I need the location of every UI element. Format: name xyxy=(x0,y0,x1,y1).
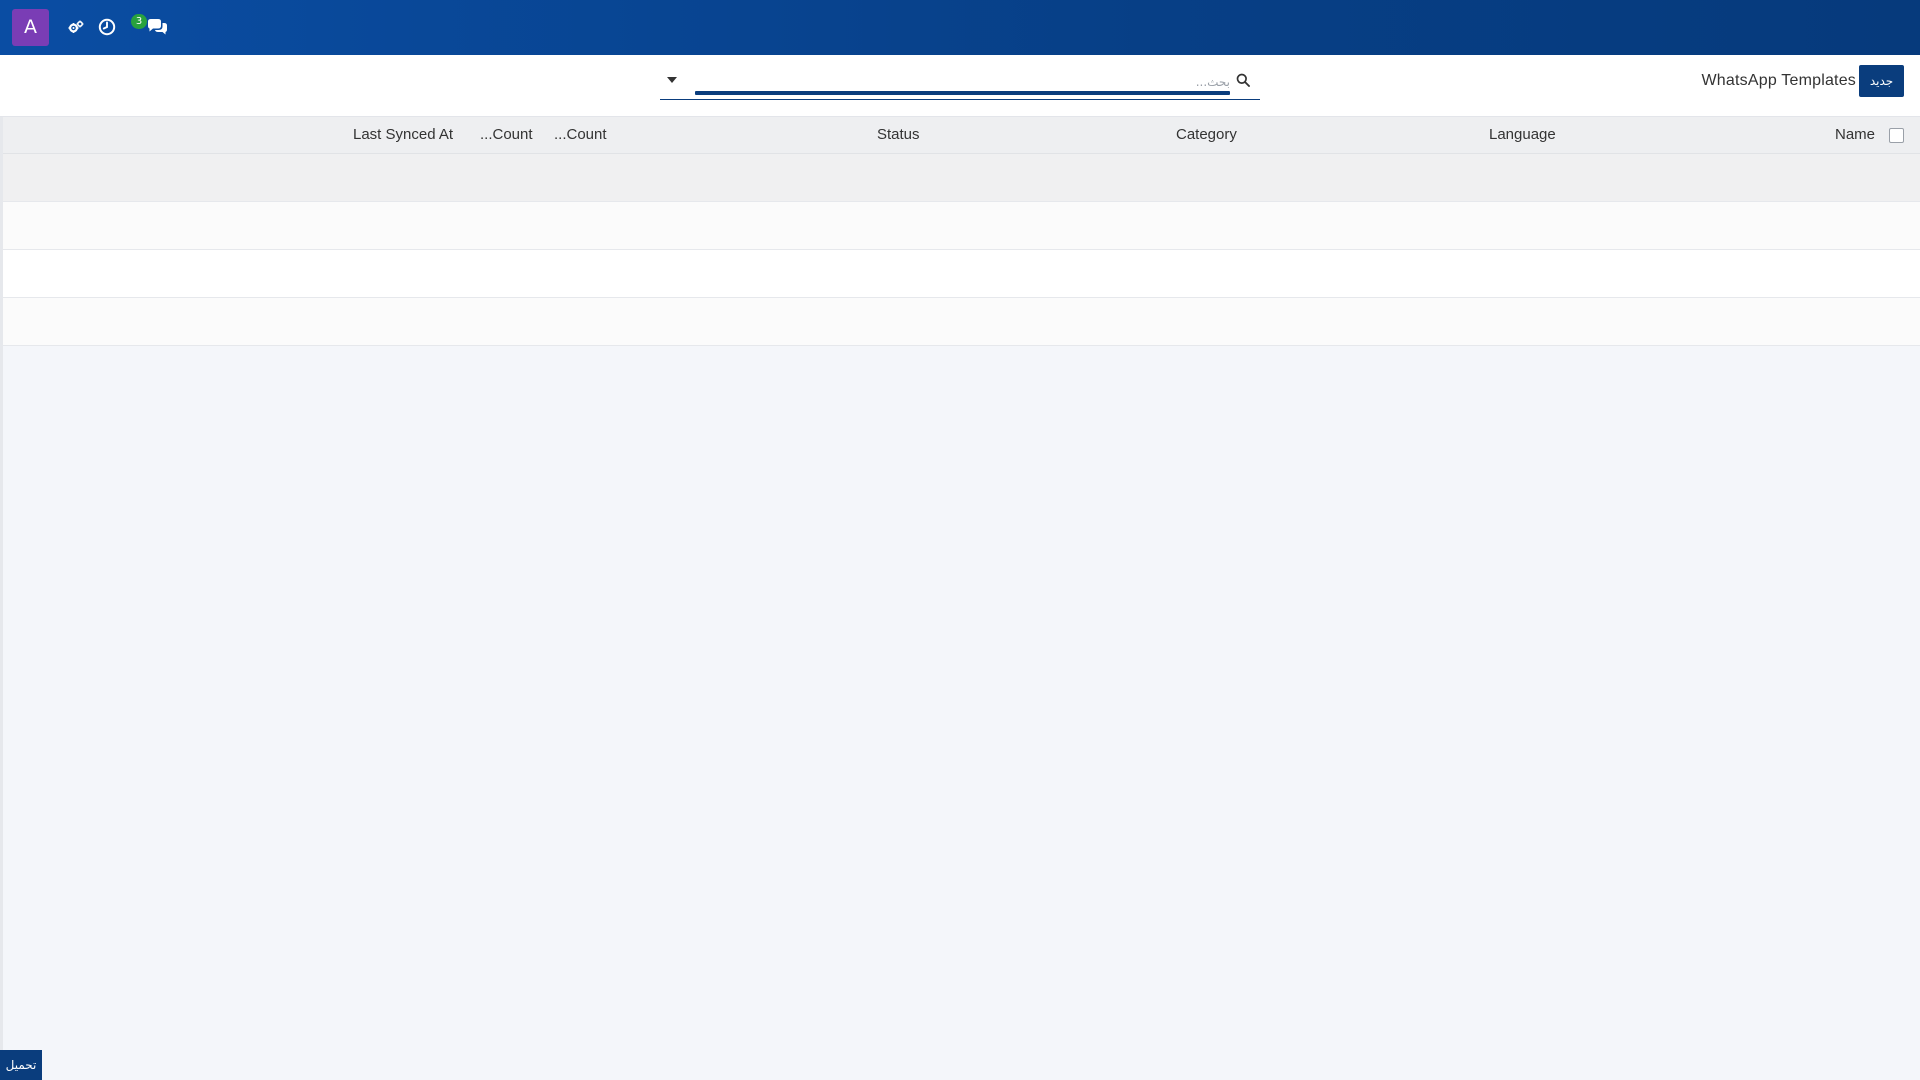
column-header-count-2[interactable]: ...Count xyxy=(480,126,533,143)
column-header-name[interactable]: Name xyxy=(1835,126,1875,143)
load-button[interactable]: تحميل xyxy=(0,1050,42,1080)
message-count-badge: 3 xyxy=(131,14,147,29)
caret-down-icon xyxy=(667,77,677,83)
search-input[interactable] xyxy=(694,72,1230,92)
column-header-language[interactable]: Language xyxy=(1489,126,1556,143)
search-icon xyxy=(1236,72,1252,88)
select-all-checkbox[interactable] xyxy=(1889,128,1904,143)
column-header-last-synced[interactable]: Last Synced At xyxy=(353,126,453,143)
column-header-status[interactable]: Status xyxy=(877,126,920,143)
column-header-category[interactable]: Category xyxy=(1176,126,1237,143)
search-focus-underline xyxy=(695,91,1230,95)
table-header: Name Language Category Status ...Count .… xyxy=(0,117,1920,154)
top-navbar: A 3 xyxy=(0,0,1920,55)
settings-cogs-icon[interactable] xyxy=(65,15,87,39)
table-row xyxy=(0,298,1920,346)
table-row xyxy=(0,202,1920,250)
table-row xyxy=(0,154,1920,202)
search-bar xyxy=(660,65,1260,100)
search-options-toggle[interactable] xyxy=(665,73,679,87)
left-edge-divider xyxy=(0,117,3,1080)
new-button[interactable]: جديد xyxy=(1859,65,1904,97)
activity-clock-icon[interactable] xyxy=(96,15,118,39)
control-panel: جديد WhatsApp Templates xyxy=(0,55,1920,117)
table-row xyxy=(0,250,1920,298)
column-header-count-1[interactable]: ...Count xyxy=(554,126,607,143)
discuss-chat-icon[interactable] xyxy=(145,15,169,39)
page-title: WhatsApp Templates xyxy=(1701,72,1856,89)
templates-table: Name Language Category Status ...Count .… xyxy=(0,117,1920,346)
user-avatar[interactable]: A xyxy=(12,9,49,46)
